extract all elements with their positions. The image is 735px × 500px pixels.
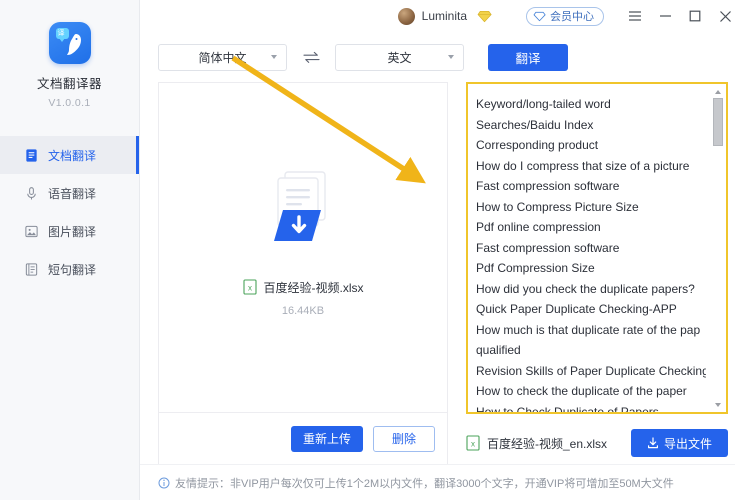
result-line: Searches/Baidu Index: [476, 117, 594, 132]
sidebar-item-label: 文档翻译: [48, 148, 97, 163]
target-language-value: 英文: [387, 50, 412, 65]
app-window: 译 文档翻译器 V1.0.0.1 文档翻译 语音翻译 图片翻译 短句翻译 Lum…: [0, 0, 735, 500]
source-language-value: 简体中文: [198, 50, 247, 65]
swap-languages-button[interactable]: [287, 51, 335, 64]
scrollbar-thumb[interactable]: [713, 98, 723, 146]
result-line: How did you check the duplicate papers?: [476, 281, 695, 296]
user-name: Luminita: [421, 9, 467, 23]
export-row: x 百度经验-视频_en.xlsx 导出文件: [466, 428, 728, 458]
maximize-icon: [689, 10, 701, 22]
result-line: How much is that duplicate rate of the p…: [476, 322, 701, 337]
app-name: 文档翻译器: [36, 77, 102, 91]
user-chip[interactable]: Luminita: [397, 7, 467, 25]
result-line: How to Compress Picture Size: [476, 199, 639, 214]
footer-tip-bar: 友情提示：非VIP用户每次仅可上传1个2M以内文件，翻译3000个文字，开通VI…: [140, 464, 735, 500]
xls-file-icon: x: [466, 435, 480, 451]
diamond-outline-icon: [533, 11, 546, 21]
swap-arrows-icon: [302, 51, 320, 63]
result-line: How to Check Duplicate of Papers: [476, 404, 659, 414]
sidebar-item-label: 图片翻译: [48, 224, 97, 239]
upload-panel: x 百度经验-视频.xlsx 16.44KB 重新上传 删除: [158, 82, 448, 464]
result-line: Fast compression software: [476, 240, 620, 255]
main-area: Luminita 会员中心 简体中文 英文 翻译 x 百度经验-视频.xlsx …: [140, 0, 735, 500]
target-language-select[interactable]: 英文: [335, 43, 464, 71]
export-file-button[interactable]: 导出文件: [631, 429, 728, 457]
result-line: How to check the duplicate of the paper: [476, 384, 687, 398]
sidebar-item-short-sentence-translate[interactable]: 短句翻译: [0, 250, 139, 288]
scroll-down-icon[interactable]: [712, 399, 724, 410]
uploaded-file-row: x 百度经验-视频.xlsx: [242, 279, 364, 296]
uploaded-file-size: 16.44KB: [281, 304, 325, 317]
result-line: Quick Paper Duplicate Checking-APP: [476, 302, 677, 316]
sidebar: 译 文档翻译器 V1.0.0.1 文档翻译 语音翻译 图片翻译 短句翻译: [0, 0, 140, 500]
result-line: Pdf online compression: [476, 220, 601, 234]
reupload-button[interactable]: 重新上传: [290, 425, 363, 452]
export-icon: [647, 437, 658, 449]
brand-block: 译 文档翻译器 V1.0.0.1: [0, 0, 139, 109]
app-version: V1.0.0.1: [48, 97, 91, 109]
result-scrollbar[interactable]: [712, 86, 724, 410]
hamburger-icon: [629, 11, 641, 21]
footer-tip-text: 友情提示：非VIP用户每次仅可上传1个2M以内文件，翻译3000个文字，开通VI…: [175, 477, 674, 490]
diamond-icon: [477, 10, 492, 22]
sidebar-item-image-translate[interactable]: 图片翻译: [0, 212, 139, 250]
content-area: x 百度经验-视频.xlsx 16.44KB 重新上传 删除 Keyword/l…: [140, 82, 735, 464]
sidebar-nav: 文档翻译 语音翻译 图片翻译 短句翻译: [0, 136, 139, 288]
svg-text:x: x: [248, 283, 252, 292]
result-panel: Keyword/long-tailed word Searches/Baidu I…: [466, 82, 728, 464]
chevron-down-icon: [271, 55, 277, 59]
sidebar-item-document-translate[interactable]: 文档翻译: [0, 136, 139, 174]
translation-result-box[interactable]: Keyword/long-tailed word Searches/Baidu I…: [466, 82, 728, 414]
speech-bubble-icon: 译: [55, 28, 69, 42]
minimize-icon: [659, 15, 671, 17]
result-line: Revision Skills of Paper Duplicate Check…: [476, 363, 706, 378]
svg-text:x: x: [471, 439, 475, 448]
document-upload-icon: [260, 169, 346, 253]
info-icon: [158, 477, 170, 488]
title-bar: Luminita 会员中心: [140, 0, 735, 32]
source-language-select[interactable]: 简体中文: [158, 43, 287, 71]
language-toolbar: 简体中文 英文 翻译: [140, 32, 735, 82]
microphone-icon: [27, 186, 36, 199]
translation-result-list: Keyword/long-tailed word Searches/Baidu I…: [476, 94, 706, 414]
translate-button-label: 翻译: [515, 51, 541, 66]
list-icon: [25, 262, 38, 276]
minimize-button[interactable]: [650, 1, 680, 31]
member-center-button[interactable]: 会员中心: [526, 6, 604, 26]
sidebar-item-voice-translate[interactable]: 语音翻译: [0, 174, 139, 212]
delete-button[interactable]: 删除: [372, 425, 435, 452]
sidebar-item-label: 短句翻译: [48, 262, 97, 277]
close-icon: [719, 10, 731, 22]
result-line: Corresponding product: [476, 138, 599, 152]
document-icon: [26, 148, 37, 162]
export-file-name: 百度经验-视频_en.xlsx: [487, 436, 608, 451]
chevron-down-icon: [448, 55, 454, 59]
maximize-button[interactable]: [680, 1, 710, 31]
export-file-info: x 百度经验-视频_en.xlsx: [466, 435, 607, 452]
scroll-up-icon[interactable]: [712, 86, 724, 97]
reupload-button-label: 重新上传: [302, 432, 351, 446]
result-line: Keyword/long-tailed word: [476, 97, 611, 111]
uploaded-file-name: 百度经验-视频.xlsx: [263, 280, 364, 295]
menu-button[interactable]: [620, 1, 650, 31]
image-icon: [25, 225, 38, 237]
result-line: qualified: [476, 343, 521, 357]
xls-file-icon: x: [242, 279, 257, 295]
upload-panel-actions: 重新上传 删除: [159, 412, 447, 464]
result-line: Pdf Compression Size: [476, 261, 595, 275]
avatar: [397, 7, 415, 25]
app-logo-icon: 译: [48, 22, 91, 64]
sidebar-item-label: 语音翻译: [48, 186, 97, 201]
close-button[interactable]: [710, 1, 735, 31]
export-file-button-label: 导出文件: [663, 436, 712, 451]
result-line: Fast compression software: [476, 179, 620, 193]
delete-button-label: 删除: [391, 432, 416, 446]
translate-button[interactable]: 翻译: [488, 43, 568, 71]
result-line: How do I compress that size of a picture: [476, 158, 690, 173]
file-drop-area[interactable]: x 百度经验-视频.xlsx 16.44KB: [159, 83, 447, 412]
member-center-label: 会员中心: [550, 11, 594, 23]
